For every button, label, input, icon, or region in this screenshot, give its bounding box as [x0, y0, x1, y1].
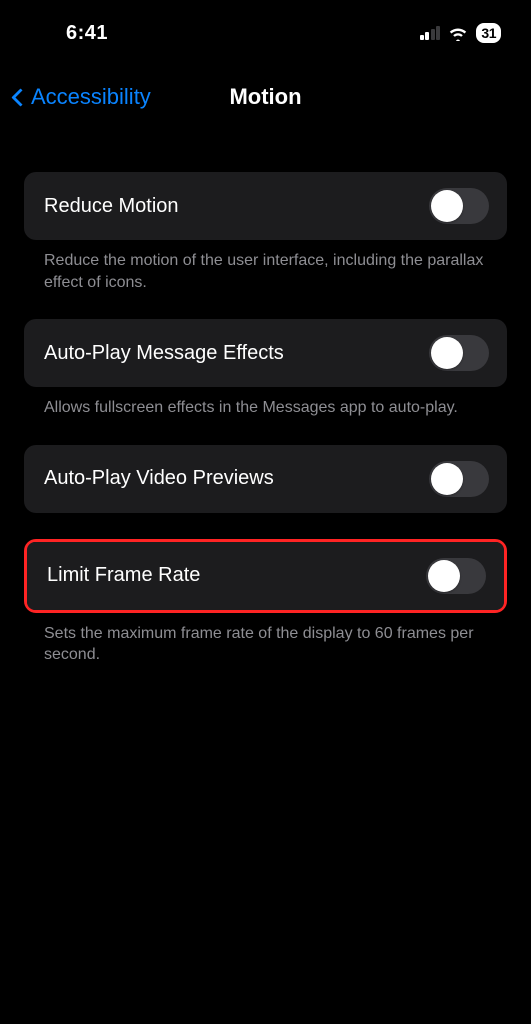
- toggle-knob: [431, 463, 463, 495]
- battery-icon: 31: [476, 23, 501, 43]
- settings-list: Reduce Motion Reduce the motion of the u…: [0, 132, 531, 666]
- row-reduce-motion[interactable]: Reduce Motion: [24, 172, 507, 240]
- battery-level: 31: [481, 25, 496, 41]
- toggle-autoplay-video[interactable]: [429, 461, 489, 497]
- row-desc: Sets the maximum frame rate of the displ…: [24, 613, 507, 666]
- wifi-icon: [447, 25, 469, 41]
- row-autoplay-video[interactable]: Auto-Play Video Previews: [24, 445, 507, 513]
- highlight-annotation: Limit Frame Rate: [24, 539, 507, 613]
- back-label: Accessibility: [31, 84, 151, 110]
- status-bar: 6:41 31: [0, 0, 531, 58]
- row-desc: Allows fullscreen effects in the Message…: [24, 387, 507, 419]
- toggle-knob: [431, 337, 463, 369]
- setting-group-autoplay-video: Auto-Play Video Previews: [24, 445, 507, 513]
- page-title: Motion: [229, 84, 301, 110]
- status-indicators: 31: [420, 23, 501, 43]
- row-label: Reduce Motion: [44, 195, 179, 218]
- nav-header: Accessibility Motion: [0, 58, 531, 132]
- row-label: Auto-Play Message Effects: [44, 342, 284, 365]
- toggle-knob: [431, 190, 463, 222]
- row-label: Auto-Play Video Previews: [44, 467, 274, 490]
- toggle-reduce-motion[interactable]: [429, 188, 489, 224]
- setting-group-limit-frame: Limit Frame Rate Sets the maximum frame …: [24, 539, 507, 666]
- status-time: 6:41: [30, 22, 108, 45]
- setting-group-autoplay-msg: Auto-Play Message Effects Allows fullscr…: [24, 319, 507, 419]
- row-limit-frame[interactable]: Limit Frame Rate: [27, 542, 504, 610]
- row-desc: Reduce the motion of the user interface,…: [24, 240, 507, 293]
- chevron-left-icon: [11, 88, 29, 106]
- row-autoplay-msg[interactable]: Auto-Play Message Effects: [24, 319, 507, 387]
- cell-signal-icon: [420, 26, 441, 40]
- row-label: Limit Frame Rate: [47, 564, 200, 587]
- back-button[interactable]: Accessibility: [14, 84, 151, 110]
- toggle-knob: [428, 560, 460, 592]
- setting-group-reduce-motion: Reduce Motion Reduce the motion of the u…: [24, 172, 507, 293]
- toggle-limit-frame[interactable]: [426, 558, 486, 594]
- toggle-autoplay-msg[interactable]: [429, 335, 489, 371]
